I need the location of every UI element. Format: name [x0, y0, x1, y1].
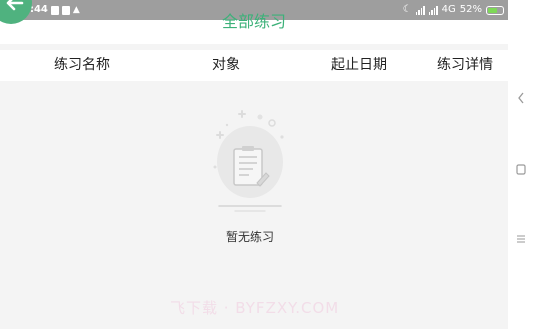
page-title: 全部练习 [221, 12, 286, 31]
home-square-icon [516, 163, 526, 175]
nav-back-button[interactable] [515, 92, 527, 104]
nav-menu-button[interactable] [515, 233, 527, 245]
column-header-date-range: 起止日期 [331, 57, 387, 73]
column-header-details: 练习详情 [437, 57, 493, 73]
column-header-name: 练习名称 [54, 57, 110, 73]
empty-clipboard-icon [213, 110, 284, 212]
app-header: 全部练习 [0, 12, 508, 44]
menu-icon [517, 235, 525, 243]
navigation-bar [508, 0, 534, 329]
nav-home-button[interactable] [515, 163, 527, 175]
empty-state-message: 暂无练习 [225, 230, 274, 244]
chevron-left-icon [518, 92, 524, 104]
watermark: 飞下载 · BYFZXY.COM [170, 299, 340, 317]
column-header-target: 对象 [212, 57, 240, 73]
arrow-left-icon [6, 0, 24, 11]
table-header: 练习名称 对象 起止日期 练习详情 [0, 50, 508, 81]
